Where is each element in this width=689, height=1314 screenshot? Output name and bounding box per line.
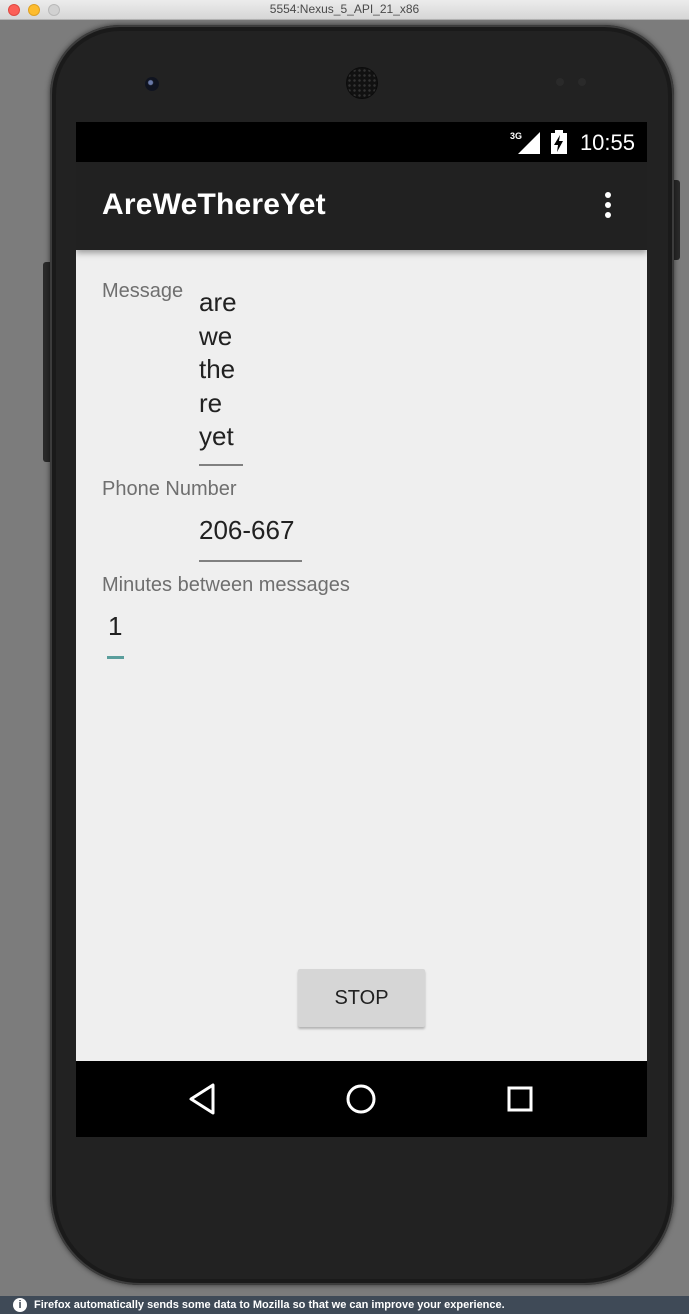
window-title: 5554:Nexus_5_API_21_x86 xyxy=(269,2,420,16)
phone-underline xyxy=(199,560,302,562)
sensor-icon xyxy=(578,78,586,86)
message-line: the xyxy=(199,354,236,384)
battery-charging-icon xyxy=(551,130,567,154)
message-line: are xyxy=(199,287,237,317)
nav-bar xyxy=(76,1061,647,1137)
firefox-notification-bar: i Firefox automatically sends some data … xyxy=(0,1296,689,1314)
stop-button[interactable]: STOP xyxy=(298,969,425,1027)
phone-value: 206-667 xyxy=(199,515,295,545)
message-line: we xyxy=(199,320,233,351)
firefox-notice-text: Firefox automatically sends some data to… xyxy=(34,1299,505,1311)
recents-icon[interactable] xyxy=(500,1079,540,1119)
more-vert-icon[interactable] xyxy=(600,192,616,222)
home-icon[interactable] xyxy=(341,1079,381,1119)
minutes-label: Minutes between messages xyxy=(102,574,350,596)
power-button xyxy=(674,180,680,260)
volume-button xyxy=(43,262,50,462)
app-bar: AreWeThereYet xyxy=(76,162,647,250)
phone-label: Phone Number xyxy=(102,478,237,500)
message-underline xyxy=(199,464,243,466)
message-line: re xyxy=(199,387,223,418)
sensor-icon xyxy=(556,78,564,86)
info-icon: i xyxy=(13,1298,27,1312)
front-camera-icon xyxy=(145,77,159,91)
back-icon[interactable] xyxy=(183,1079,223,1119)
message-line: yet xyxy=(199,421,234,451)
status-time: 10:55 xyxy=(579,130,635,155)
device-screen: 3G 10:55 AreWeThereYet Message are we th… xyxy=(76,122,647,1137)
window-titlebar: 5554:Nexus_5_API_21_x86 xyxy=(0,0,689,20)
app-title: AreWeThereYet xyxy=(102,188,326,221)
signal-3g-icon: 3G xyxy=(510,131,540,154)
minutes-underline xyxy=(107,656,124,659)
speaker-grille-icon xyxy=(346,67,378,99)
network-type-label: 3G xyxy=(510,131,522,141)
minutes-value: 1 xyxy=(108,611,123,641)
message-label: Message xyxy=(102,280,184,302)
status-bar: 3G 10:55 xyxy=(76,122,647,162)
